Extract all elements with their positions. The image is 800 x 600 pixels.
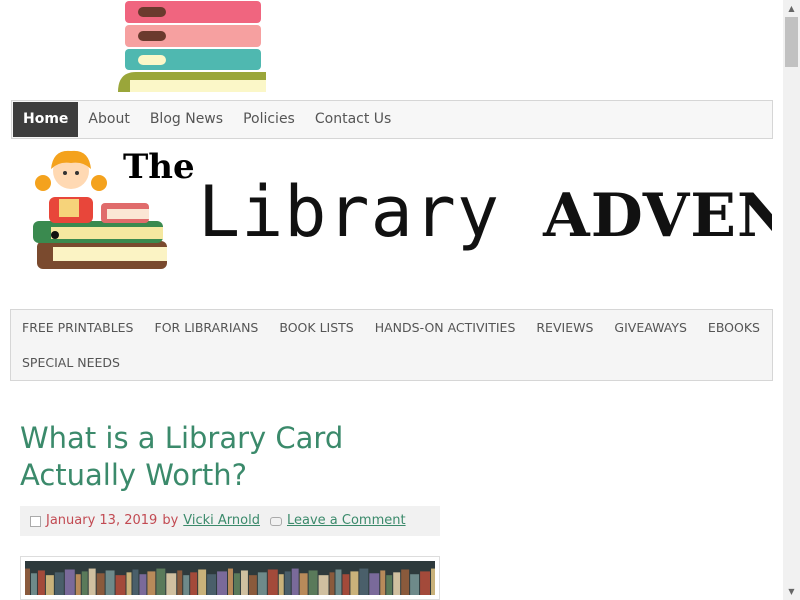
book-spine bbox=[401, 569, 410, 599]
page-scrollbar[interactable]: ▲ ▼ bbox=[783, 0, 800, 600]
book-spine bbox=[190, 572, 198, 599]
book-spine bbox=[291, 568, 299, 599]
book-spine bbox=[166, 573, 177, 599]
top-nav: Home About Blog News Policies Contact Us bbox=[11, 100, 773, 139]
book-spine bbox=[207, 574, 217, 599]
nav-free-printables[interactable]: FREE PRINTABLES bbox=[11, 310, 144, 345]
book-spine bbox=[380, 570, 386, 599]
book-spine bbox=[45, 575, 54, 599]
book-spine bbox=[198, 569, 207, 599]
book-spine bbox=[233, 573, 240, 599]
featured-image bbox=[20, 556, 440, 600]
book-spine bbox=[37, 570, 45, 599]
post-meta: January 13, 2019 by Vicki Arnold Leave a… bbox=[20, 506, 440, 536]
book-spine bbox=[177, 570, 183, 599]
category-nav-row: SPECIAL NEEDS bbox=[11, 345, 772, 380]
book-spine bbox=[248, 575, 257, 599]
comment-icon bbox=[269, 516, 282, 526]
book-spine bbox=[329, 572, 335, 599]
calendar-icon bbox=[30, 515, 41, 527]
book-spine bbox=[30, 573, 37, 599]
book-spine bbox=[156, 568, 166, 599]
post-by-label: by bbox=[162, 513, 179, 528]
nav-home[interactable]: Home bbox=[13, 102, 79, 137]
book-spine bbox=[359, 568, 369, 599]
post-title[interactable]: What is a Library Card Actually Worth? bbox=[20, 420, 400, 494]
book-spine bbox=[25, 568, 30, 599]
leave-comment-link[interactable]: Leave a Comment bbox=[287, 506, 406, 536]
nav-hands-on-activities[interactable]: HANDS-ON ACTIVITIES bbox=[364, 310, 526, 345]
post-date: January 13, 2019 bbox=[46, 513, 158, 528]
book-spine bbox=[88, 568, 96, 599]
nav-book-lists[interactable]: BOOK LISTS bbox=[268, 310, 363, 345]
book-spine bbox=[308, 570, 318, 599]
book-spine bbox=[115, 575, 126, 599]
logo-books-icon bbox=[118, 1, 266, 92]
book-spine bbox=[217, 571, 228, 599]
book-spine bbox=[393, 572, 401, 599]
banner-title: Library ADVENTU bbox=[198, 171, 772, 253]
book-spine bbox=[386, 575, 393, 599]
book-spine bbox=[350, 571, 359, 599]
book-spine bbox=[284, 571, 291, 599]
banner-adventure-text: ADVENTU bbox=[543, 181, 772, 251]
book-spine bbox=[369, 573, 380, 599]
scroll-up-icon[interactable]: ▲ bbox=[783, 0, 800, 17]
book-spine bbox=[139, 574, 147, 599]
book-spine bbox=[81, 571, 88, 599]
book-spine bbox=[431, 568, 436, 599]
book-spine bbox=[64, 569, 75, 599]
book-spine bbox=[299, 573, 308, 599]
site-header-banner[interactable]: The Library ADVENTU bbox=[11, 141, 772, 291]
book-spine bbox=[75, 574, 81, 599]
nav-for-librarians[interactable]: FOR LIBRARIANS bbox=[144, 310, 269, 345]
book-spine bbox=[147, 571, 156, 599]
banner-library-text: Library bbox=[198, 171, 501, 253]
book-spine bbox=[318, 575, 329, 599]
book-spine bbox=[96, 573, 105, 599]
book-spine bbox=[132, 569, 139, 599]
bookshelf-image bbox=[25, 561, 436, 599]
nav-contact-us[interactable]: Contact Us bbox=[305, 101, 401, 138]
banner-the-text: The bbox=[123, 147, 195, 187]
book-spine bbox=[335, 569, 342, 599]
nav-giveaways[interactable]: GIVEAWAYS bbox=[603, 310, 697, 345]
nav-about[interactable]: About bbox=[78, 101, 139, 138]
book-spine bbox=[278, 574, 284, 599]
book-spine bbox=[54, 572, 64, 599]
book-spine bbox=[228, 568, 233, 599]
book-spine bbox=[410, 574, 420, 599]
book-spine bbox=[240, 570, 248, 599]
book-spine bbox=[257, 572, 267, 599]
category-nav-row: FREE PRINTABLES FOR LIBRARIANS BOOK LIST… bbox=[11, 310, 772, 345]
book-spine bbox=[267, 569, 278, 599]
nav-reviews[interactable]: REVIEWS bbox=[525, 310, 603, 345]
post-author-link[interactable]: Vicki Arnold bbox=[183, 506, 260, 536]
book-spine bbox=[105, 570, 115, 599]
book-spine bbox=[126, 572, 132, 599]
book-spine bbox=[420, 571, 431, 599]
book-spine bbox=[342, 574, 350, 599]
nav-special-needs[interactable]: SPECIAL NEEDS bbox=[11, 345, 130, 380]
scroll-down-icon[interactable]: ▼ bbox=[783, 583, 800, 600]
book-spine bbox=[183, 575, 190, 599]
nav-ebooks[interactable]: EBOOKS bbox=[697, 310, 770, 345]
scroll-thumb[interactable] bbox=[785, 17, 798, 67]
nav-policies[interactable]: Policies bbox=[233, 101, 305, 138]
category-nav: FREE PRINTABLES FOR LIBRARIANS BOOK LIST… bbox=[10, 309, 773, 381]
nav-blog-news[interactable]: Blog News bbox=[140, 101, 233, 138]
